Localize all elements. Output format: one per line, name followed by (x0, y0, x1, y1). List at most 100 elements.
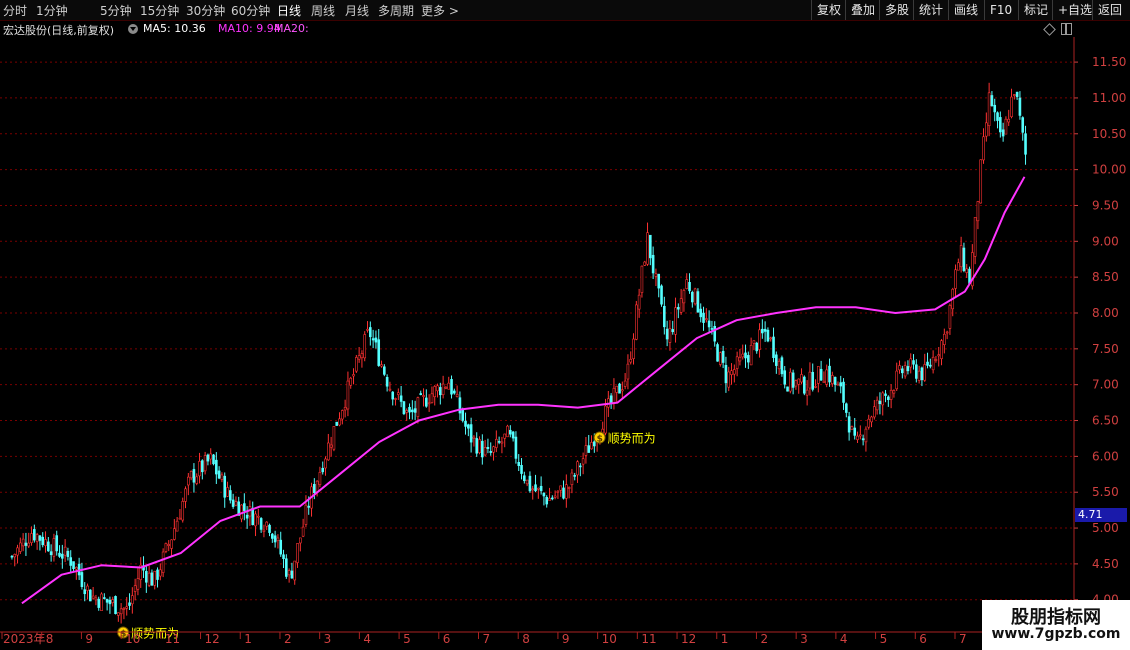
candle-body (332, 426, 336, 450)
candle-body (66, 550, 70, 557)
x-tick-label: 11 (165, 632, 180, 646)
candle-body (881, 392, 885, 406)
candle-body (343, 406, 347, 411)
candle-body (934, 359, 938, 361)
candle-body (436, 385, 439, 392)
candle-body (674, 307, 677, 335)
candle-body (397, 392, 400, 395)
candle-body (719, 352, 722, 365)
candle-body (282, 554, 285, 560)
candle-body (296, 543, 299, 563)
candle-body (103, 597, 106, 599)
candle-body (27, 542, 31, 547)
candle-body (786, 386, 789, 392)
candle-body (10, 555, 14, 558)
candle-body (192, 469, 196, 483)
candle-body (133, 585, 137, 592)
candle-body (125, 606, 129, 609)
candle-body (976, 201, 980, 222)
candle-body (962, 247, 966, 271)
candle-body (430, 393, 434, 403)
candle-body (203, 455, 207, 472)
kline-chart[interactable]: $ 顺势而为$ 顺势而为 11.5011.0010.5010.009.509.008… (0, 0, 1130, 650)
candle-body (845, 403, 848, 413)
candle-body (707, 320, 711, 328)
candle-body (94, 597, 98, 601)
candlestick-series (10, 82, 1027, 624)
candle-body (853, 427, 857, 436)
candle-body (794, 380, 798, 387)
candle-body (447, 382, 451, 390)
candle-body (206, 454, 210, 462)
candle-body (16, 547, 19, 556)
candle-body (635, 304, 638, 340)
candle-body (209, 453, 213, 460)
candle-body (111, 599, 115, 603)
candle-body (402, 401, 406, 415)
candle-body (30, 533, 33, 543)
x-tick-label: 5 (880, 632, 888, 646)
candle-body (450, 379, 453, 395)
candle-body (478, 439, 481, 453)
candle-body (33, 529, 36, 541)
candle-body (590, 442, 593, 450)
candle-body (338, 418, 341, 426)
candle-body (520, 465, 523, 474)
candle-body (419, 393, 423, 395)
candle-body (657, 273, 661, 289)
candle-body (19, 542, 22, 552)
candle-body (178, 517, 182, 520)
candle-body (761, 328, 764, 334)
candle-body (212, 454, 215, 465)
candle-body (626, 363, 630, 380)
candle-body (738, 356, 742, 362)
candle-body (551, 497, 554, 500)
candle-body (394, 398, 397, 400)
candle-body (262, 529, 266, 532)
candle-body (153, 570, 157, 586)
candle-body (464, 420, 467, 427)
candle-body (422, 395, 425, 397)
candle-body (629, 359, 633, 363)
candle-body (769, 337, 773, 340)
candle-body (873, 406, 876, 418)
candle-body (170, 539, 173, 549)
candle-body (324, 458, 327, 469)
candle-body (945, 331, 949, 334)
candle-body (923, 364, 927, 381)
candle-body (789, 371, 792, 392)
candle-body (226, 487, 229, 497)
candle-body (542, 492, 546, 497)
candle-body (313, 483, 316, 494)
candle-body (184, 488, 187, 502)
y-tick-label: 11.00 (1092, 91, 1126, 105)
candle-body (699, 308, 703, 318)
candle-body (257, 515, 260, 518)
candle-body (1010, 96, 1013, 118)
candle-body (811, 371, 815, 390)
x-tick-label: 2 (284, 632, 292, 646)
candle-body (58, 552, 61, 557)
candle-body (189, 471, 193, 479)
candle-body (245, 514, 249, 519)
candle-body (721, 350, 725, 363)
candle-body (570, 472, 574, 486)
candle-body (537, 487, 540, 490)
x-tick-label: 8 (46, 632, 54, 646)
candle-body (61, 553, 64, 559)
price-grid (0, 61, 1074, 601)
candle-body (455, 394, 459, 398)
candle-body (943, 333, 946, 345)
y-tick-label: 7.00 (1092, 378, 1119, 392)
candle-body (377, 339, 381, 366)
x-tick-label: 3 (324, 632, 332, 646)
candle-body (693, 288, 697, 305)
candle-body (850, 426, 854, 430)
signal-label: 顺势而为 (608, 432, 656, 446)
candle-body (38, 535, 42, 541)
candle-body (875, 399, 879, 411)
candle-body (640, 265, 644, 293)
candle-body (663, 305, 666, 328)
x-tick-label: 7 (959, 632, 967, 646)
candle-body (716, 344, 719, 362)
